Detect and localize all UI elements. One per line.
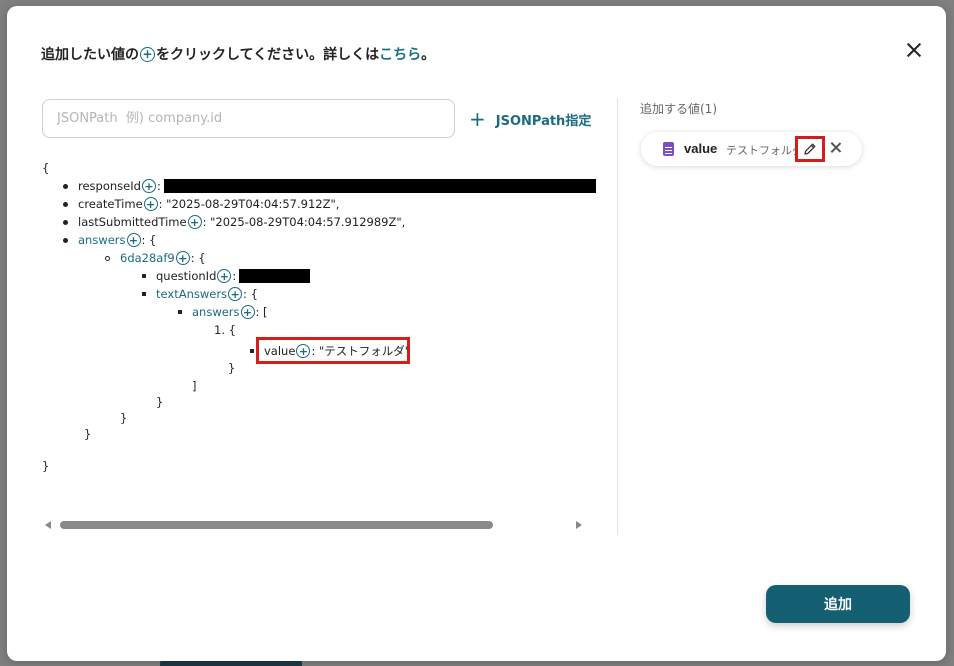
brace-text: }	[84, 427, 92, 441]
brace-text: }	[42, 459, 50, 473]
add-textAnswers-icon[interactable]: +	[228, 287, 243, 301]
plus-circle-icon: +	[140, 46, 155, 62]
key-questionId: questionId	[156, 269, 217, 283]
add-answer-id-icon[interactable]: +	[175, 251, 190, 265]
bullet	[105, 255, 110, 261]
add-questionId-icon[interactable]: +	[217, 269, 232, 283]
close-icon[interactable]	[903, 39, 925, 61]
chip-name: value	[684, 141, 718, 156]
tree-row-textAnswers: textAnswers + : {	[142, 285, 258, 303]
bullet	[63, 201, 68, 207]
tree-row-answers: answers + : {	[63, 231, 156, 249]
bullet	[250, 349, 254, 353]
tree-row-inner-answers: answers + : [	[178, 303, 268, 321]
tree-close-array: ]	[192, 377, 197, 395]
selected-value-chip: value テストフォルダ	[641, 132, 862, 166]
brace-text: }	[228, 361, 236, 375]
brace-text: {	[42, 161, 50, 175]
jsonpath-modal: 追加したい値の + をクリックしてください。詳しくは こちら 。 + JSONP…	[7, 6, 946, 661]
textAnswers-suffix: : {	[243, 287, 258, 301]
tree-row-answer-id: 6da28af9 + : {	[105, 249, 206, 267]
key-createTime: createTime	[78, 197, 143, 211]
modal-instruction: 追加したい値の + をクリックしてください。詳しくは こちら 。	[41, 44, 435, 64]
key-textAnswers[interactable]: textAnswers	[156, 287, 227, 301]
scroll-right-arrow-icon[interactable]	[576, 521, 582, 529]
instruction-text: 追加したい値の	[41, 47, 139, 63]
pencil-icon	[804, 143, 816, 155]
answer-id-suffix: : {	[190, 251, 206, 265]
tree-row-responseId: responseId + :	[63, 177, 596, 195]
jsonpath-input[interactable]	[42, 99, 455, 138]
add-jsonpath-label: JSONPath指定	[495, 113, 592, 129]
remove-chip-icon[interactable]	[829, 141, 843, 155]
add-jsonpath-button[interactable]: + JSONPath指定	[469, 108, 591, 130]
bullet	[63, 237, 68, 243]
bullet	[142, 274, 146, 278]
item-index: 1. {	[214, 323, 236, 337]
tree-open-brace: {	[42, 159, 49, 177]
chip-sub-value: テストフォルダ	[726, 144, 803, 157]
redacted-value	[163, 179, 596, 193]
value-highlight-box	[256, 337, 410, 364]
horizontal-scrollbar[interactable]	[45, 519, 585, 531]
bracket-text: ]	[192, 379, 197, 393]
key-responseId: responseId	[78, 179, 141, 193]
brace-text: }	[120, 411, 128, 425]
tree-row-lastSubmittedTime: lastSubmittedTime + : "2025-08-29T04:04:…	[63, 213, 405, 231]
key-inner-answers[interactable]: answers	[192, 305, 240, 319]
document-icon	[663, 142, 674, 156]
add-createTime-icon[interactable]: +	[143, 197, 158, 211]
tree-row-item-index: 1. {	[214, 321, 236, 339]
colon: :	[156, 179, 161, 193]
key-answer-id[interactable]: 6da28af9	[120, 251, 175, 265]
bullet	[63, 219, 68, 225]
add-answers-icon[interactable]: +	[126, 233, 141, 247]
bullet	[63, 183, 68, 189]
panel-divider	[617, 98, 618, 535]
key-answers[interactable]: answers	[78, 233, 126, 247]
tree-close-item: }	[228, 359, 235, 377]
redacted-value	[239, 269, 311, 283]
plus-icon: +	[469, 107, 486, 131]
key-lastSubmittedTime: lastSubmittedTime	[78, 215, 187, 229]
scroll-left-arrow-icon[interactable]	[45, 521, 51, 529]
tree-row-createTime: createTime + : "2025-08-29T04:04:57.912Z…	[63, 195, 339, 213]
instruction-text-end: 。	[421, 47, 436, 63]
add-responseId-icon[interactable]: +	[141, 179, 156, 193]
instruction-text-2: をクリックしてください。詳しくは	[156, 47, 380, 63]
value-createTime: : "2025-08-29T04:04:57.912Z",	[158, 197, 340, 211]
tree-close-answers: }	[84, 425, 91, 443]
tree-close-answer-id: }	[120, 409, 127, 427]
tree-close-root: }	[42, 457, 49, 475]
scroll-thumb[interactable]	[60, 521, 493, 529]
json-tree: { responseId + : createTime + : "2025-08…	[42, 161, 602, 506]
bullet	[142, 292, 146, 296]
tree-row-questionId: questionId + :	[142, 267, 311, 285]
help-link[interactable]: こちら	[379, 44, 421, 64]
add-button[interactable]: 追加	[766, 585, 910, 623]
colon: :	[232, 269, 237, 283]
inner-answers-suffix: : [	[255, 305, 268, 319]
value-lastSubmittedTime: : "2025-08-29T04:04:57.912989Z",	[202, 215, 406, 229]
add-lastSubmittedTime-icon[interactable]: +	[187, 215, 202, 229]
answers-suffix: : {	[141, 233, 157, 247]
tree-close-textAnswers: }	[156, 393, 163, 411]
add-inner-answers-icon[interactable]: +	[240, 305, 255, 319]
edit-button[interactable]	[795, 136, 825, 162]
brace-text: }	[156, 395, 164, 409]
bullet	[178, 310, 182, 314]
selected-values-title: 追加する値(1)	[640, 102, 717, 116]
